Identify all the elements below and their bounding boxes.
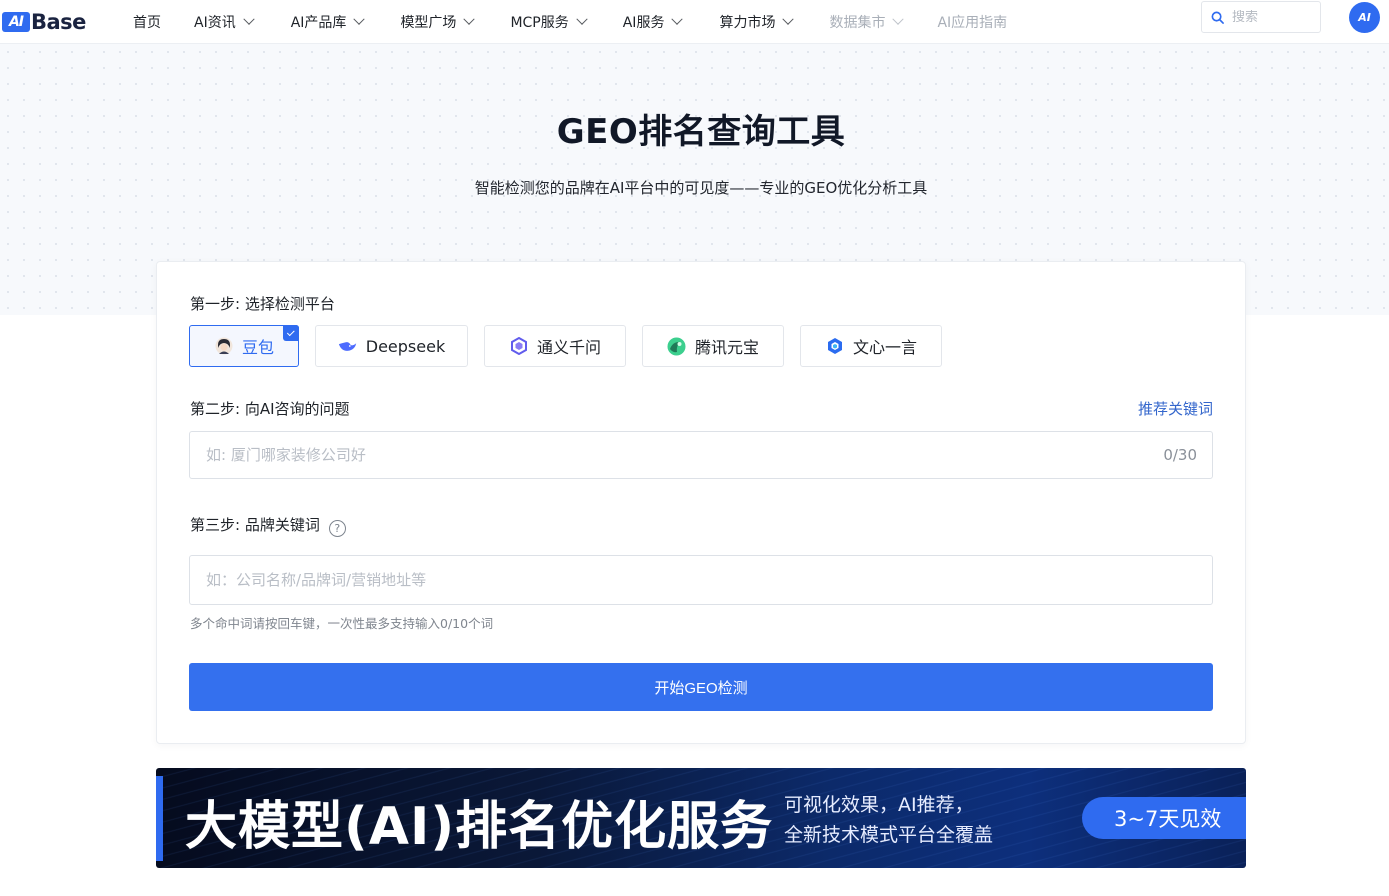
nav-item-label: 数据集市 [829,15,886,31]
chevron-down-icon [463,13,476,25]
search-input[interactable] [1232,9,1312,25]
nav-item-0[interactable]: 首页 [133,12,161,32]
page-title: GEO排名查询工具 [556,112,846,152]
banner-tagline-line1: 可视化效果，AI推荐， [784,794,974,816]
nav-item-label: MCP服务 [510,15,569,31]
nav-item-label: 模型广场 [400,15,457,31]
nav-item-label: AI应用指南 [937,15,1008,31]
page-subtitle: 智能检测您的品牌在AI平台中的可见度——专业的GEO优化分析工具 [474,179,928,197]
question-char-counter: 0/30 [1163,446,1197,464]
recommend-keywords-link[interactable]: 推荐关键词 [1138,398,1213,419]
banner-accent-stripe [156,776,163,861]
banner-tagline: 可视化效果，AI推荐， 全新技术模式平台全覆盖 [784,790,993,850]
doubao-avatar-icon [214,336,234,356]
nav-item-2[interactable]: AI产品库 [290,12,366,32]
user-avatar[interactable]: AI [1349,2,1380,33]
brand-keyword-field[interactable] [189,555,1213,605]
banner-pill: 3~7天见效 [1082,797,1246,839]
nav-item-label: AI产品库 [290,15,347,31]
yuanbao-icon [667,336,687,356]
site-logo[interactable]: AI Base [2,8,86,36]
platform-option-deepseek[interactable]: Deepseek [315,325,468,367]
platform-label: 腾讯元宝 [694,338,759,357]
tongyi-icon [509,336,529,356]
banner-tagline-line2: 全新技术模式平台全覆盖 [784,824,994,846]
nav-item-label: 算力市场 [719,15,776,31]
step1-label: 第一步: 选择检测平台 [190,295,335,313]
question-input[interactable] [190,432,1164,478]
step3-label: 第三步: 品牌关键词 [190,516,320,534]
step2-label: 第二步: 向AI咨询的问题 [190,400,350,418]
selected-check-icon [283,325,299,341]
logo-text: Base [31,10,86,34]
logo-mark: AI [2,12,30,32]
platform-label: 文心一言 [852,338,917,357]
platform-selector: 豆包 Deepseek 通义千问 腾讯元宝 文心一言 [189,325,958,368]
nav-item-5[interactable]: AI服务 [622,12,684,32]
main-nav: 首页 AI资讯 AI产品库 模型广场 MCP服务 AI服务 算力市场 数据集市 AI应用指南 [133,0,1007,44]
start-geo-detection-button[interactable]: 开始GEO检测 [189,663,1213,711]
chevron-down-icon [782,13,795,25]
nav-item-3[interactable]: 模型广场 [400,12,476,32]
nav-item-6[interactable]: 算力市场 [719,12,795,32]
platform-label: Deepseek [365,336,446,356]
question-field[interactable]: 0/30 [189,431,1213,479]
wenxin-icon [825,336,845,356]
nav-item-1[interactable]: AI资讯 [194,12,255,32]
deepseek-whale-icon [338,336,358,356]
promo-banner[interactable]: 大模型(AI)排名优化服务 可视化效果，AI推荐， 全新技术模式平台全覆盖 3~… [156,768,1246,868]
chevron-down-icon [892,13,905,25]
platform-label: 豆包 [241,338,274,357]
nav-item-8[interactable]: AI应用指南 [937,12,1007,32]
nav-item-label: AI资讯 [194,15,236,31]
chevron-down-icon [576,13,588,25]
banner-headline: 大模型(AI)排名优化服务 [185,797,774,857]
nav-item-label: 首页 [133,15,161,31]
nav-item-label: AI服务 [622,15,665,31]
brand-keyword-input[interactable] [190,556,1212,604]
search-box[interactable] [1201,1,1321,33]
top-header: AI Base 首页 AI资讯 AI产品库 模型广场 MCP服务 AI服务 算力市场 数据集市… [0,0,1389,44]
chevron-down-icon [243,13,255,25]
platform-option-yuanbao[interactable]: 腾讯元宝 [642,325,784,367]
nav-item-4[interactable]: MCP服务 [510,12,588,32]
step3-label-wrap: 第三步: 品牌关键词? [190,514,346,537]
chevron-down-icon [671,13,684,25]
platform-option-wenxin[interactable]: 文心一言 [800,325,942,367]
platform-option-doubao[interactable]: 豆包 [189,325,299,367]
geo-query-card: 第一步: 选择检测平台 豆包 Deepseek 通义千问 腾讯元宝 文心一言 第… [156,261,1246,744]
help-icon[interactable]: ? [328,520,346,537]
chevron-down-icon [353,13,366,25]
keyword-hint: 多个命中词请按回车键，一次性最多支持输入0/10个词 [190,616,494,631]
platform-option-tongyi[interactable]: 通义千问 [484,325,626,367]
platform-label: 通义千问 [536,338,601,357]
search-icon [1211,11,1224,24]
nav-item-7[interactable]: 数据集市 [829,12,905,32]
